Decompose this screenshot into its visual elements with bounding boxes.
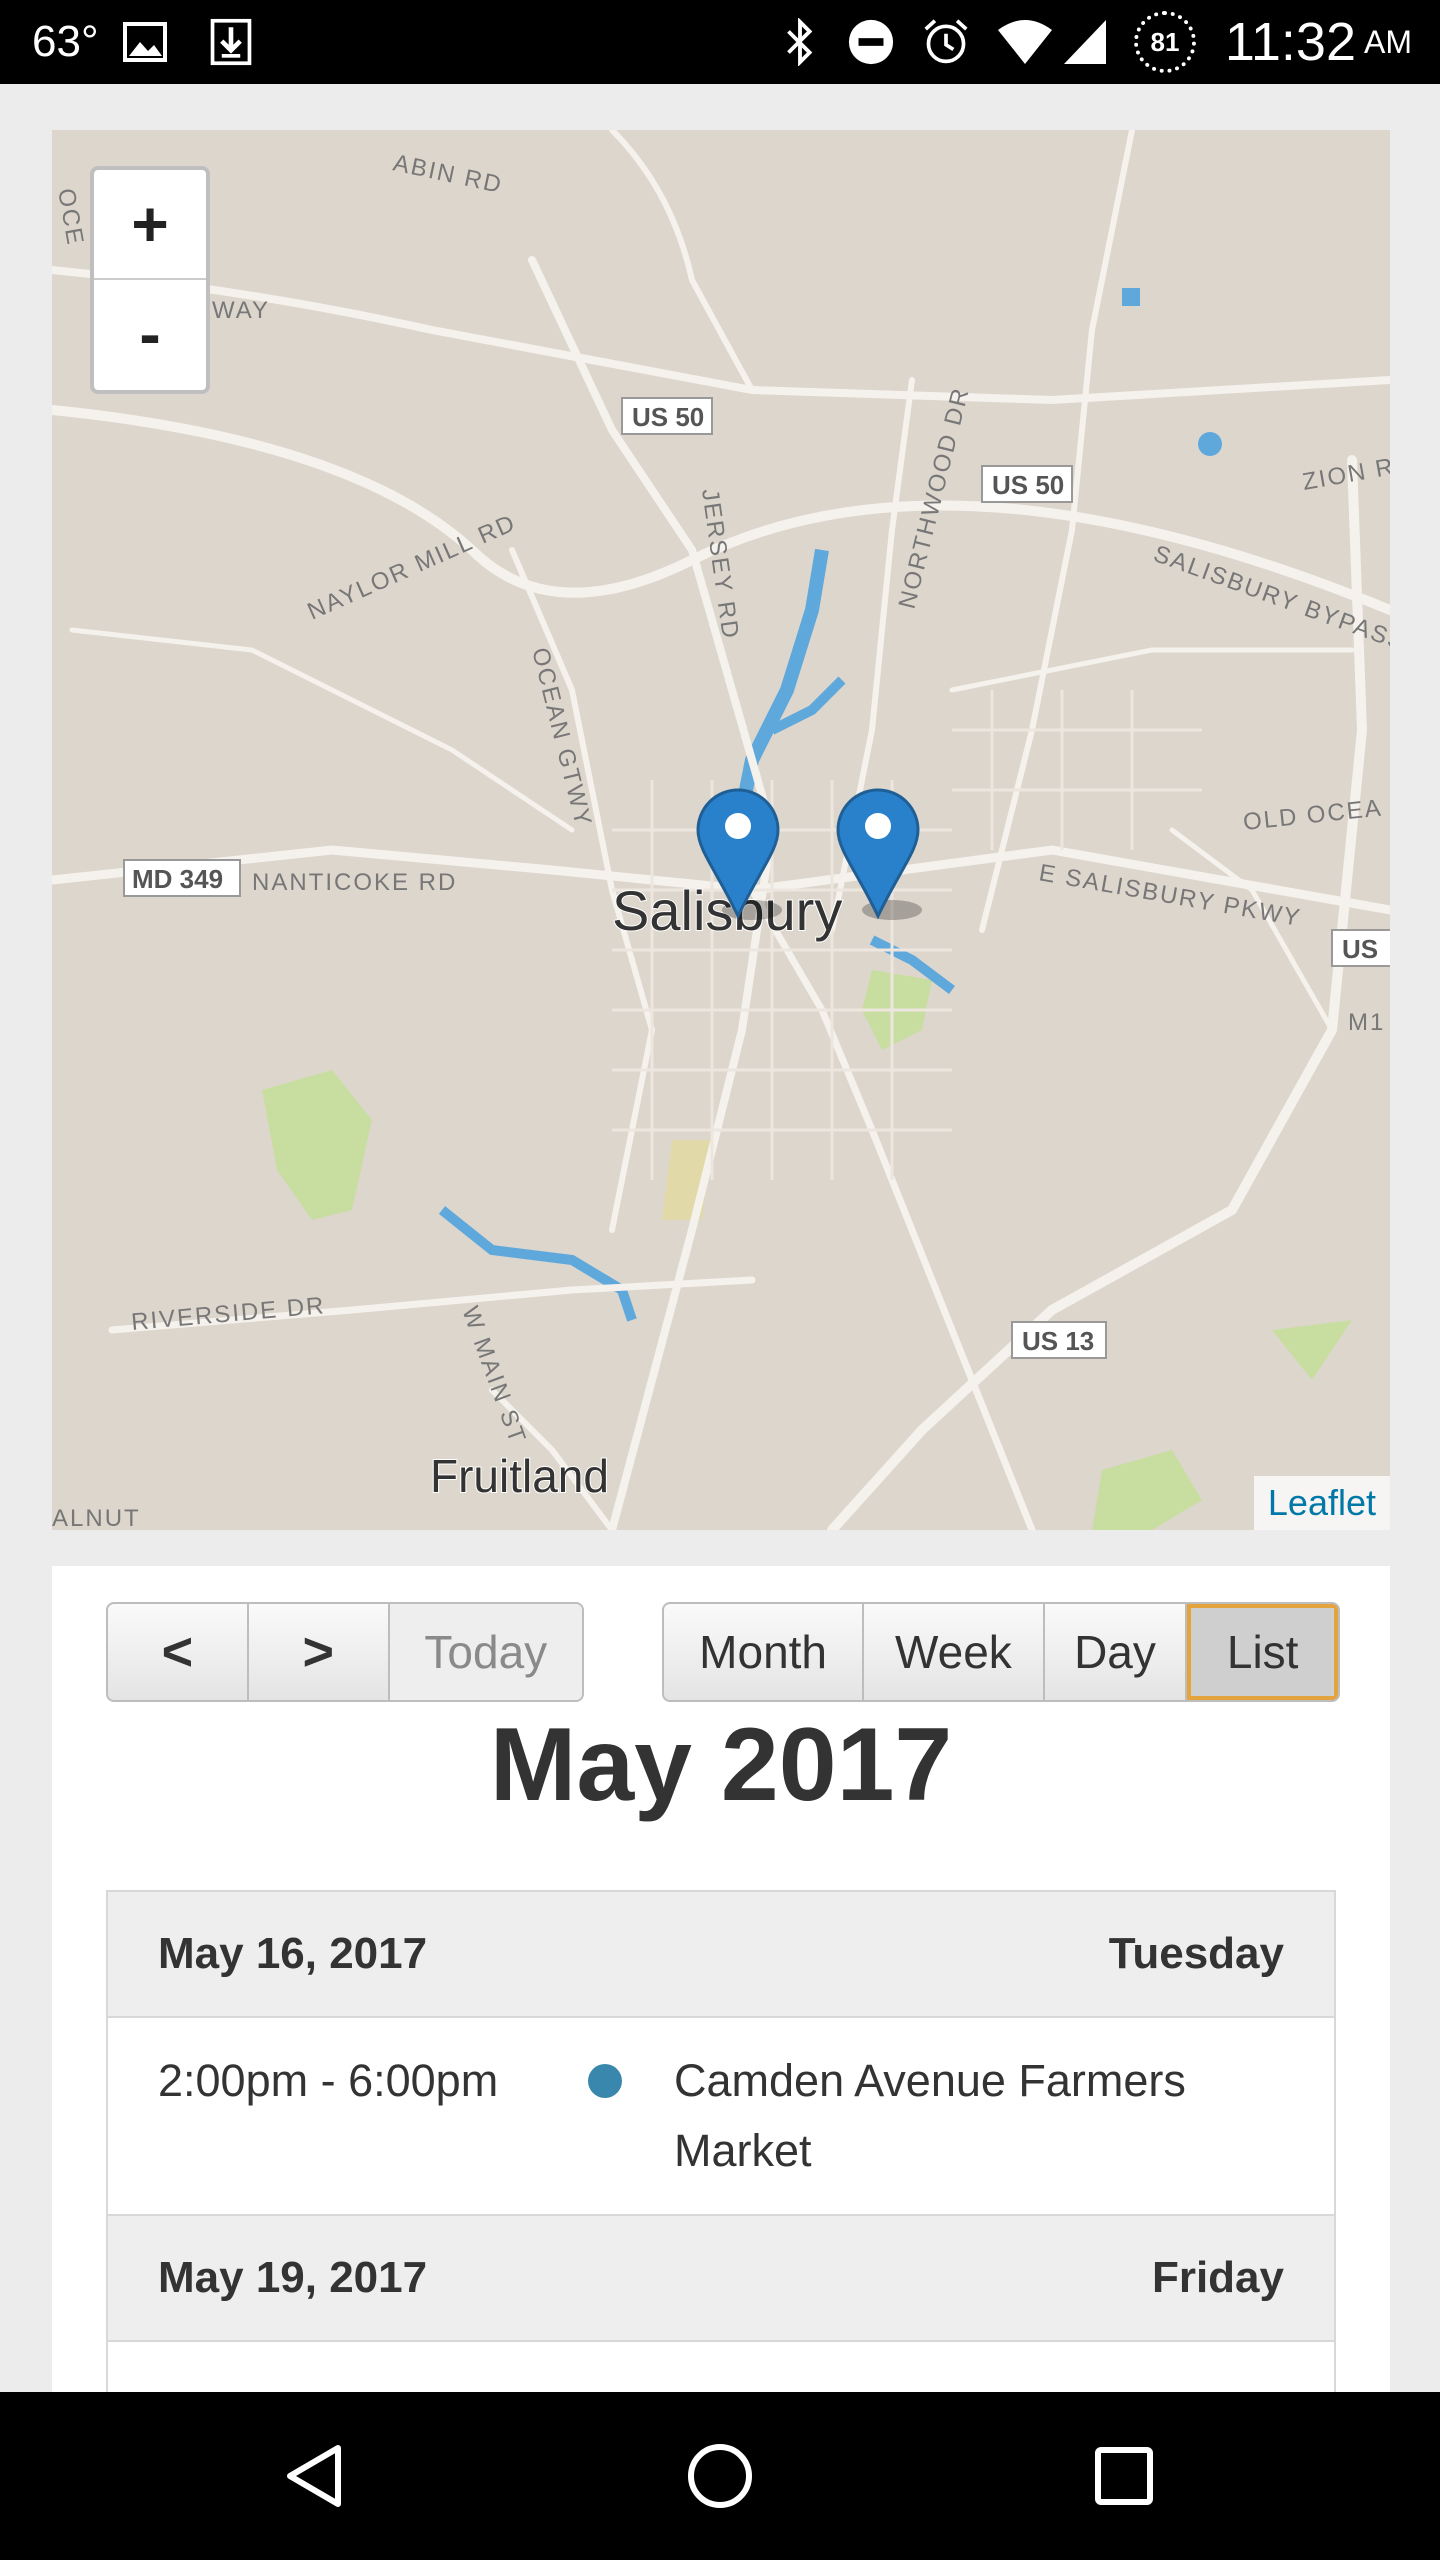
list-event-row[interactable]: 2:00pm - 6:00pm Camden Avenue Farmers Ma… — [108, 2018, 1334, 2216]
river — [438, 1206, 637, 1322]
label-cabin: ABIN RD — [391, 149, 506, 199]
recents-icon[interactable] — [1094, 2446, 1154, 2506]
bluetooth-icon — [787, 18, 813, 66]
day-view-button[interactable]: Day — [1045, 1604, 1188, 1700]
shield-us50-a: US 50 — [632, 402, 704, 432]
calendar-title: May 2017 — [489, 1707, 953, 1823]
event-title[interactable]: Camden Avenue Farmers Market — [674, 2046, 1284, 2186]
event-color-dot-icon — [588, 2064, 622, 2098]
next-button[interactable]: > — [249, 1604, 390, 1700]
status-bar: 63° 81 11:32 AM — [0, 0, 1440, 84]
label-old-ocean: OLD OCEA — [1242, 794, 1384, 835]
list-day-date: May 19, 2017 — [158, 2253, 428, 2302]
today-button[interactable]: Today — [389, 1604, 582, 1700]
alarm-icon — [924, 19, 968, 64]
label-oce: OCE — [52, 186, 89, 248]
list-view-button[interactable]: List — [1187, 1604, 1338, 1700]
park-area — [262, 1070, 372, 1220]
pond — [1122, 288, 1140, 306]
month-view-button[interactable]: Month — [664, 1604, 865, 1700]
week-view-button[interactable]: Week — [864, 1604, 1045, 1700]
label-w-main: W MAIN ST — [456, 1303, 531, 1448]
label-nanticoke: NANTICOKE RD — [252, 869, 457, 896]
label-zion: ZION R — [1300, 453, 1390, 496]
label-riverside: RIVERSIDE DR — [130, 1292, 326, 1336]
nav-button-group: < > Today — [106, 1602, 584, 1702]
label-jersey: JERSEY RD — [696, 487, 744, 642]
calendar-panel: < > Today Month Week Day List May 2017 M… — [52, 1566, 1390, 2406]
navigation-bar — [0, 2392, 1440, 2560]
do-not-disturb-icon — [848, 19, 894, 65]
event-list: May 16, 2017 Tuesday 2:00pm - 6:00pm Cam… — [106, 1890, 1336, 2406]
clock-time: 11:32 — [1224, 12, 1356, 72]
park-area — [1092, 1450, 1202, 1530]
list-day-weekday: Friday — [1151, 2253, 1284, 2302]
label-m1: M1 — [1348, 1009, 1385, 1036]
list-day-header: May 16, 2017 Tuesday — [108, 1892, 1334, 2018]
battery-level: 81 — [1150, 26, 1180, 57]
shield-md349: MD 349 — [132, 864, 223, 894]
signal-icon — [1064, 20, 1106, 64]
map-marker-hole — [865, 813, 891, 839]
download-icon — [210, 18, 252, 66]
zoom-in-button[interactable]: + — [94, 170, 206, 280]
map-attribution-link[interactable]: Leaflet — [1253, 1476, 1390, 1530]
map-tiles[interactable]: US 50 US 50 US 13 MD 349 US NANTICOKE RD… — [52, 130, 1390, 1530]
label-walnut: ALNUT — [52, 1505, 141, 1530]
event-time: 2:00pm - 6:00pm — [158, 2055, 499, 2106]
map-marker-pin-icon[interactable] — [836, 788, 920, 920]
shield-us50-b: US 50 — [992, 470, 1064, 500]
city-label-fruitland: Fruitland — [430, 1450, 609, 1502]
park-area — [1272, 1320, 1352, 1380]
zoom-out-button[interactable]: - — [94, 280, 206, 388]
battery-icon: 81 — [1134, 11, 1196, 73]
map-marker-hole — [725, 813, 751, 839]
shield-us-edge: US — [1342, 934, 1378, 964]
label-way: WAY — [212, 297, 270, 324]
shield-us13: US 13 — [1022, 1326, 1094, 1356]
map[interactable]: US 50 US 50 US 13 MD 349 US NANTICOKE RD… — [52, 130, 1390, 1530]
view-button-group: Month Week Day List — [662, 1602, 1340, 1702]
clock-ampm: AM — [1364, 23, 1412, 60]
temperature-text: 63° — [32, 17, 99, 66]
image-icon — [123, 22, 167, 62]
list-day-date: May 16, 2017 — [158, 1929, 428, 1978]
zoom-control: + - — [90, 166, 210, 394]
back-icon[interactable] — [284, 2444, 344, 2508]
wifi-icon — [998, 20, 1052, 64]
prev-button[interactable]: < — [108, 1604, 249, 1700]
pond — [1198, 432, 1222, 456]
list-day-weekday: Tuesday — [1108, 1929, 1284, 1978]
clock: 11:32 AM — [1225, 0, 1412, 84]
map-marker-2[interactable] — [836, 788, 922, 920]
home-icon[interactable] — [686, 2442, 754, 2510]
list-day-header: May 19, 2017 Friday — [108, 2216, 1334, 2342]
